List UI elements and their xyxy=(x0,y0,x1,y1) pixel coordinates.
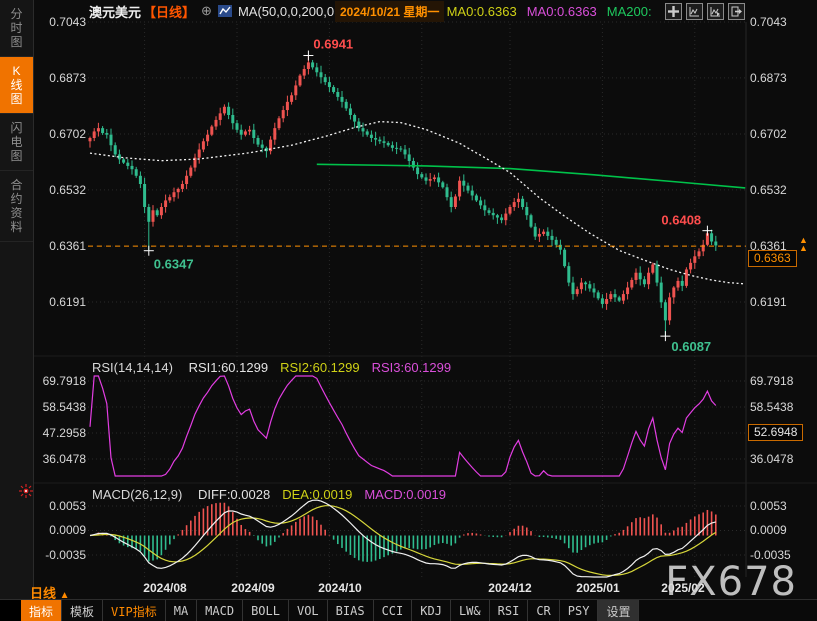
toolbar-item-[interactable]: 模板 xyxy=(62,600,103,621)
rsi-crosshair-badge: 52.6948 xyxy=(748,424,803,441)
price-axis-left: 0.6361 xyxy=(38,239,86,253)
price-axis-right: 0.6532 xyxy=(750,183,787,197)
export-panel-icon[interactable] xyxy=(728,3,745,20)
toolbar-item-macd[interactable]: MACD xyxy=(197,600,243,621)
annotation-price-label: 0.6408 xyxy=(661,213,701,228)
expand-icon[interactable]: ⊕ xyxy=(201,3,212,19)
toolbar-item-boll[interactable]: BOLL xyxy=(243,600,289,621)
macd-series-label-1: DIFF:0.0028 xyxy=(198,487,270,502)
macd-axis-left: 0.0053 xyxy=(38,499,86,513)
sidebar-tab-4[interactable]: 合约资料 xyxy=(0,171,33,242)
rsi-axis-left: 69.7918 xyxy=(38,374,86,388)
date-label: 2024/09 xyxy=(231,581,274,595)
scale-axis-icon[interactable] xyxy=(686,3,703,20)
macd-histogram xyxy=(90,503,716,562)
price-annotation: 0.6347 xyxy=(144,246,194,272)
rsi-axis-left: 47.2958 xyxy=(38,426,86,440)
price-annotation: 0.6087 xyxy=(660,331,711,354)
price-axis-right: 0.6702 xyxy=(750,127,787,141)
chart-application: 0.6941 0.6347 0.6408 0.6087 分时图K线图闪电图合约资料 澳… xyxy=(0,0,817,621)
rsi-axis-left: 58.5438 xyxy=(38,400,86,414)
macd-series-values: DIFF:0.0028 DEA:0.0019 MACD:0.0019 xyxy=(198,487,458,502)
annotation-price-label: 0.6941 xyxy=(313,37,353,52)
candlestick-series xyxy=(89,56,718,337)
rsi-axis-right: 69.7918 xyxy=(750,374,793,388)
chart-plot-area[interactable]: 0.6941 0.6347 0.6408 0.6087 xyxy=(0,0,817,621)
selected-date-highlight: 2024/10/21 星期一 xyxy=(335,1,444,22)
macd-axis-left: -0.0035 xyxy=(38,548,86,562)
macd-series-label-3: MACD:0.0019 xyxy=(364,487,446,502)
date-label: 2025/01 xyxy=(576,581,619,595)
last-price-badge: 0.6363 xyxy=(748,250,797,267)
annotation-price-label: 0.6347 xyxy=(154,257,194,272)
sidebar-chart-modes: 分时图K线图闪电图合约资料 xyxy=(0,0,34,621)
rsi-axis-right: 36.0478 xyxy=(750,452,793,466)
chart-style-icon[interactable] xyxy=(218,5,232,17)
toolbar-item-psy[interactable]: PSY xyxy=(560,600,599,621)
macd-dea-line xyxy=(90,506,716,576)
date-label: 2024/10 xyxy=(318,581,361,595)
price-axis-left: 0.6702 xyxy=(38,127,86,141)
price-axis-left: 0.6532 xyxy=(38,183,86,197)
move-icon[interactable] xyxy=(665,3,682,20)
ma-indicator-values: MA(50,0,0,200,0,0)MA50:0.6263MA0:0.6363M… xyxy=(238,4,662,19)
date-label: 2024/12 xyxy=(488,581,531,595)
macd-axis-right: 0.0009 xyxy=(750,523,787,537)
play-axis-icon[interactable] xyxy=(707,3,724,20)
rsi-line xyxy=(90,376,716,476)
macd-params: MACD(26,12,9) xyxy=(92,487,182,502)
toolbar-item-[interactable]: 指标 xyxy=(21,600,62,621)
toolbar-item-cci[interactable]: CCI xyxy=(374,600,413,621)
price-axis-right: 0.7043 xyxy=(750,15,787,29)
rsi-series-label-1: RSI1:60.1299 xyxy=(189,360,269,375)
macd-axis-right: 0.0053 xyxy=(750,499,787,513)
macd-diff-line xyxy=(90,500,716,577)
macd-axis-left: 0.0009 xyxy=(38,523,86,537)
rsi-params: RSI(14,14,14) xyxy=(92,360,173,375)
rsi-axis-left: 36.0478 xyxy=(38,452,86,466)
price-axis-left: 0.6873 xyxy=(38,71,86,85)
sidebar-tab-2[interactable]: K线图 xyxy=(0,57,33,114)
symbol-title: 澳元美元 xyxy=(89,2,141,21)
toolbar-spacer xyxy=(0,600,21,621)
refresh-blink-icon xyxy=(19,484,33,498)
toolbar-item-lw[interactable]: LW& xyxy=(451,600,490,621)
toolbar-item-vol[interactable]: VOL xyxy=(289,600,328,621)
chart-window-controls xyxy=(665,3,745,20)
toolbar-item-kdj[interactable]: KDJ xyxy=(412,600,451,621)
rsi-series-values: RSI1:60.1299 RSI2:60.1299 RSI3:60.1299 xyxy=(189,360,464,375)
ma-segment-3: MA0:0.6363 xyxy=(447,4,517,19)
ma-segment-1: MA(50,0,0,200,0,0) xyxy=(238,4,349,19)
toolbar-item-ma[interactable]: MA xyxy=(166,600,197,621)
rsi-panel-title: RSI(14,14,14) RSI1:60.1299RSI2:60.1299RS… xyxy=(92,360,463,375)
fx678-watermark: FX678 xyxy=(665,559,797,605)
rsi-series-label-3: RSI3:60.1299 xyxy=(372,360,452,375)
period-tag: 【日线】 xyxy=(143,2,195,21)
price-alert-icon[interactable]: ▲▲ xyxy=(799,236,808,252)
price-annotation: 0.6941 xyxy=(303,37,353,61)
toolbar-item-vip[interactable]: VIP指标 xyxy=(103,600,166,621)
sidebar-tab-1[interactable]: 分时图 xyxy=(0,0,33,57)
ma200-line xyxy=(317,164,745,188)
macd-panel-title: MACD(26,12,9) DIFF:0.0028 DEA:0.0019 MACD:… xyxy=(92,487,458,502)
price-axis-right: 0.6191 xyxy=(750,295,787,309)
sidebar-tab-3[interactable]: 闪电图 xyxy=(0,114,33,171)
rsi-axis-right: 58.5438 xyxy=(750,400,793,414)
toolbar-item-bias[interactable]: BIAS xyxy=(328,600,374,621)
annotation-price-label: 0.6087 xyxy=(671,339,711,354)
price-axis-right: 0.6873 xyxy=(750,71,787,85)
macd-series-label-2: DEA:0.0019 xyxy=(282,487,352,502)
toolbar-item-cr[interactable]: CR xyxy=(528,600,559,621)
price-annotation: 0.6408 xyxy=(661,213,712,236)
date-label: 2024/08 xyxy=(143,581,186,595)
toolbar-item-[interactable]: 设置 xyxy=(598,600,639,621)
ma-segment-4: MA0:0.6363 xyxy=(527,4,597,19)
ma-segment-5: MA200: xyxy=(607,4,652,19)
rsi-series-label-2: RSI2:60.1299 xyxy=(280,360,360,375)
price-axis-left: 0.6191 xyxy=(38,295,86,309)
toolbar-item-rsi[interactable]: RSI xyxy=(490,600,529,621)
